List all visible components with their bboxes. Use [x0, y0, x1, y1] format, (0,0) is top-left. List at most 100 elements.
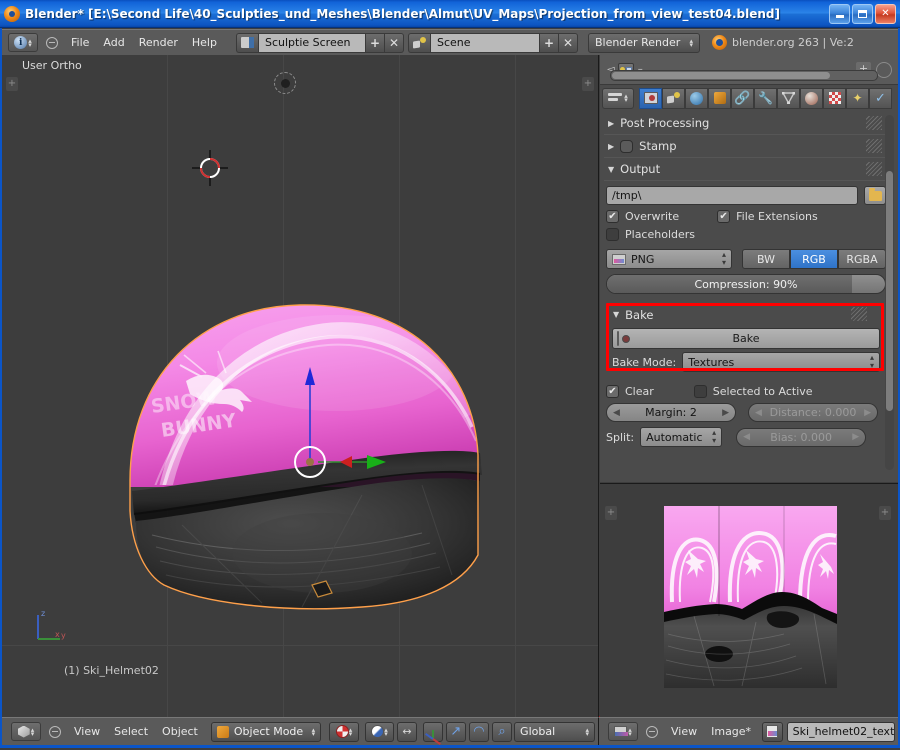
color-mode-rgba[interactable]: RGBA [838, 249, 886, 269]
uv-image-editor[interactable]: + + [600, 483, 898, 717]
tab-world[interactable] [685, 88, 708, 109]
tab-material[interactable] [800, 88, 823, 109]
bake-button[interactable]: Bake [612, 328, 880, 349]
split-dropdown[interactable]: Automatic ▴▾ [640, 427, 722, 447]
rotate-manipulator-button[interactable]: ↗ [446, 722, 466, 742]
properties-shelf-toggle[interactable]: + [582, 77, 594, 91]
tab-scene[interactable] [662, 88, 685, 109]
viewport-menu-object[interactable]: Object [155, 723, 205, 740]
uv-properties-toggle[interactable]: + [879, 506, 891, 520]
tab-modifiers[interactable]: 🔧 [754, 88, 777, 109]
uv-toolshelf-toggle[interactable]: + [605, 506, 617, 520]
interaction-mode-dropdown[interactable]: Object Mode ▴▾ [211, 722, 321, 742]
collapse-menu-icon[interactable] [46, 37, 58, 49]
compression-slider[interactable]: Compression: 90% [606, 274, 886, 294]
image-datablock-button[interactable] [762, 722, 783, 742]
chevron-updown-icon: ▴▾ [586, 728, 590, 736]
image-editor-type[interactable]: ▴▾ [608, 722, 638, 741]
bake-mode-dropdown[interactable]: Textures ▴▾ [682, 352, 880, 372]
collapse-menu-icon[interactable] [49, 726, 61, 738]
tab-render[interactable] [639, 88, 662, 109]
bias-field: ◀ Bias: 0.000 ▶ [736, 428, 866, 447]
overwrite-checkbox[interactable] [606, 210, 619, 223]
transform-orientation-dropdown[interactable]: Global ▴▾ [514, 722, 595, 742]
editor-type-selector[interactable]: i ▴▾ [8, 33, 38, 52]
bake-camera-icon [617, 332, 619, 345]
properties-hscrollbar[interactable] [610, 70, 878, 81]
tab-texture[interactable] [823, 88, 846, 109]
snap-icon: ↔ [402, 725, 411, 738]
maximize-button[interactable] [852, 4, 873, 24]
selected-to-active-checkbox[interactable] [694, 385, 707, 398]
tab-constraints[interactable]: 🔗 [731, 88, 754, 109]
menu-render[interactable]: Render [132, 34, 185, 51]
minimize-button[interactable] [829, 4, 850, 24]
stamp-checkbox[interactable] [620, 140, 633, 153]
image-menu-image[interactable]: Image* [704, 723, 758, 740]
manipulator-toggle[interactable]: ↔ [397, 722, 416, 742]
view-axis-widget[interactable] [274, 72, 296, 94]
menu-file[interactable]: File [64, 34, 96, 51]
extra-manipulator-button[interactable]: ⌕ [492, 722, 512, 742]
3d-view-editor-type[interactable]: ▴▾ [11, 722, 41, 741]
scale-manipulator-icon: ◠ [473, 724, 484, 739]
placeholders-checkbox[interactable] [606, 228, 619, 241]
clear-checkbox[interactable] [606, 385, 619, 398]
screen-layout-icon[interactable] [236, 33, 258, 53]
clear-label: Clear [625, 385, 654, 398]
file-format-dropdown[interactable]: PNG ▴▾ [606, 249, 732, 269]
chevron-updown-icon: ▴▾ [722, 251, 726, 267]
add-scene-button[interactable]: + [540, 33, 559, 53]
maximize-icon [858, 10, 867, 18]
panel-post-processing[interactable]: ▶ Post Processing [604, 112, 888, 135]
output-path-input[interactable]: /tmp\ [606, 186, 858, 205]
output-path-row: /tmp\ [606, 186, 886, 205]
color-mode-bw[interactable]: BW [742, 249, 790, 269]
color-mode-rgb[interactable]: RGB [790, 249, 838, 269]
viewport-menu-view[interactable]: View [67, 723, 107, 740]
collapse-menu-icon[interactable] [646, 726, 658, 738]
scene-icon[interactable] [408, 33, 430, 53]
window-titlebar: Blender* [E:\Second Life\40_Sculpties_un… [0, 0, 900, 28]
pivot-point-dropdown[interactable]: ▴▾ [365, 722, 395, 742]
3d-viewport[interactable]: User Ortho + + [2, 55, 599, 717]
panel-stamp[interactable]: ▶ Stamp [604, 135, 888, 158]
folder-icon [869, 191, 882, 201]
menu-help[interactable]: Help [185, 34, 224, 51]
render-engine-dropdown[interactable]: Blender Render ▴▾ [588, 33, 700, 53]
panel-bake[interactable]: ▼ Bake [609, 303, 877, 326]
file-extensions-checkbox[interactable] [717, 210, 730, 223]
image-name-field[interactable]: Ski_helmet02_textu [787, 722, 895, 742]
delete-scene-button[interactable]: ✕ [559, 33, 578, 53]
bake-button-label: Bake [732, 332, 759, 345]
toolshelf-toggle[interactable]: + [6, 77, 18, 91]
svg-text:x: x [55, 630, 60, 639]
ski-helmet-model[interactable]: SNOW BUNNY [122, 285, 502, 625]
scene-name-field[interactable]: Scene [430, 33, 540, 53]
context-selector[interactable]: ▴▾ [602, 88, 634, 109]
properties-vscrollbar[interactable] [885, 115, 894, 470]
viewport-menu-select[interactable]: Select [107, 723, 155, 740]
browse-folder-button[interactable] [864, 186, 886, 205]
scale-manipulator-button[interactable]: ◠ [469, 722, 489, 742]
image-menu-view[interactable]: View [664, 723, 704, 740]
menu-add[interactable]: Add [96, 34, 131, 51]
add-screen-button[interactable]: + [366, 33, 385, 53]
close-button[interactable]: ✕ [875, 4, 896, 24]
workspace: User Ortho + + [2, 55, 898, 717]
window-controls: ✕ [829, 4, 896, 24]
screen-name-field[interactable]: Sculptie Screen [258, 33, 366, 53]
translate-manipulator-button[interactable] [423, 722, 443, 742]
tab-data[interactable] [777, 88, 800, 109]
chevron-down-icon: ▼ [608, 165, 614, 174]
panel-output[interactable]: ▼ Output [604, 158, 888, 181]
status-text: blender.org 263 | Ve:2 [732, 36, 854, 49]
header-circle-icon[interactable] [876, 62, 892, 78]
render-engine-label: Blender Render [595, 36, 680, 49]
viewport-shading-dropdown[interactable]: ▴▾ [329, 722, 359, 742]
tab-object[interactable] [708, 88, 731, 109]
tab-particles[interactable]: ✦ [846, 88, 869, 109]
margin-field[interactable]: ◀ Margin: 2 ▶ [606, 403, 736, 422]
tab-physics[interactable]: ✓ [869, 88, 892, 109]
delete-screen-button[interactable]: ✕ [385, 33, 404, 53]
